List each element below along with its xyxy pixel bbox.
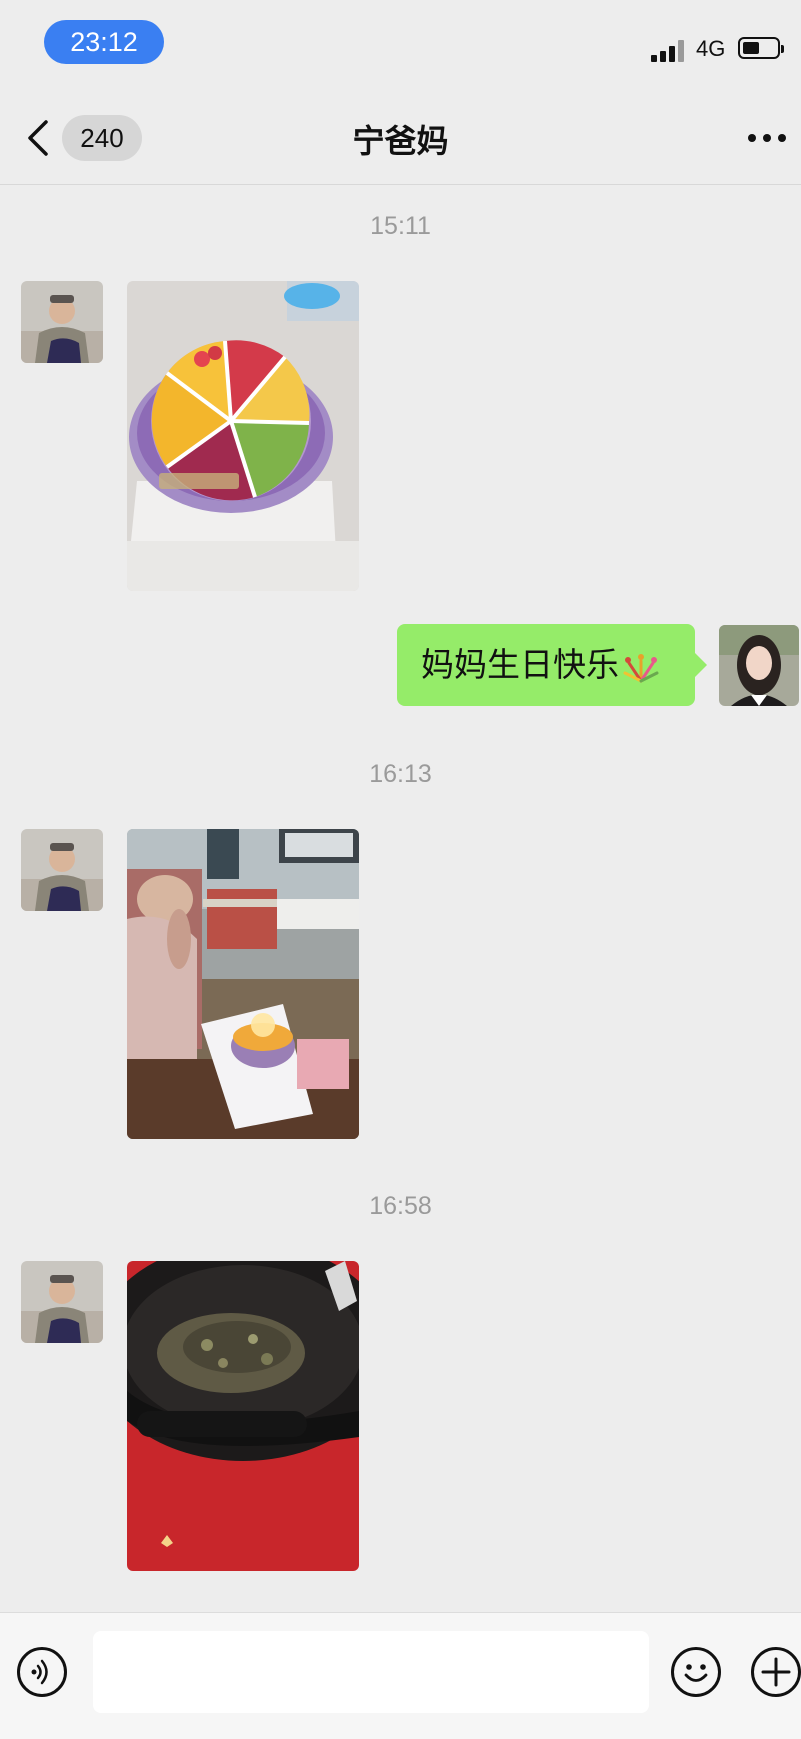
message-text: 妈妈生日快乐 — [421, 645, 619, 684]
message-timestamp: 15:11 — [370, 212, 431, 240]
voice-icon[interactable] — [17, 1647, 67, 1697]
contact-avatar[interactable] — [21, 1261, 103, 1343]
contact-avatar[interactable] — [21, 281, 103, 363]
emoji-icon[interactable] — [671, 1647, 721, 1697]
status-bar: 23:12 4G — [0, 0, 801, 88]
contact-avatar[interactable] — [21, 829, 103, 911]
chat-header: 宁爸妈 240 — [0, 88, 801, 185]
unread-count-badge[interactable]: 240 — [62, 115, 142, 161]
sent-message-bubble[interactable]: 妈妈生日快乐 — [397, 624, 707, 706]
more-dots-icon[interactable] — [748, 134, 788, 144]
plus-icon[interactable] — [751, 1647, 801, 1697]
fireworks-icon — [623, 653, 659, 682]
message-timestamp: 16:58 — [369, 1192, 432, 1220]
message-input[interactable] — [93, 1631, 649, 1713]
network-label: 4G — [696, 36, 726, 61]
battery-icon — [738, 37, 784, 59]
message-image[interactable] — [127, 829, 359, 1139]
chevron-left-icon[interactable] — [24, 118, 54, 158]
message-timestamp: 16:13 — [369, 760, 432, 788]
message-image[interactable] — [127, 1261, 359, 1571]
status-time[interactable]: 23:12 — [44, 20, 164, 64]
my-avatar[interactable] — [719, 625, 799, 706]
message-image[interactable] — [127, 281, 359, 591]
signal-icon — [651, 40, 687, 62]
input-bar — [0, 1612, 801, 1739]
